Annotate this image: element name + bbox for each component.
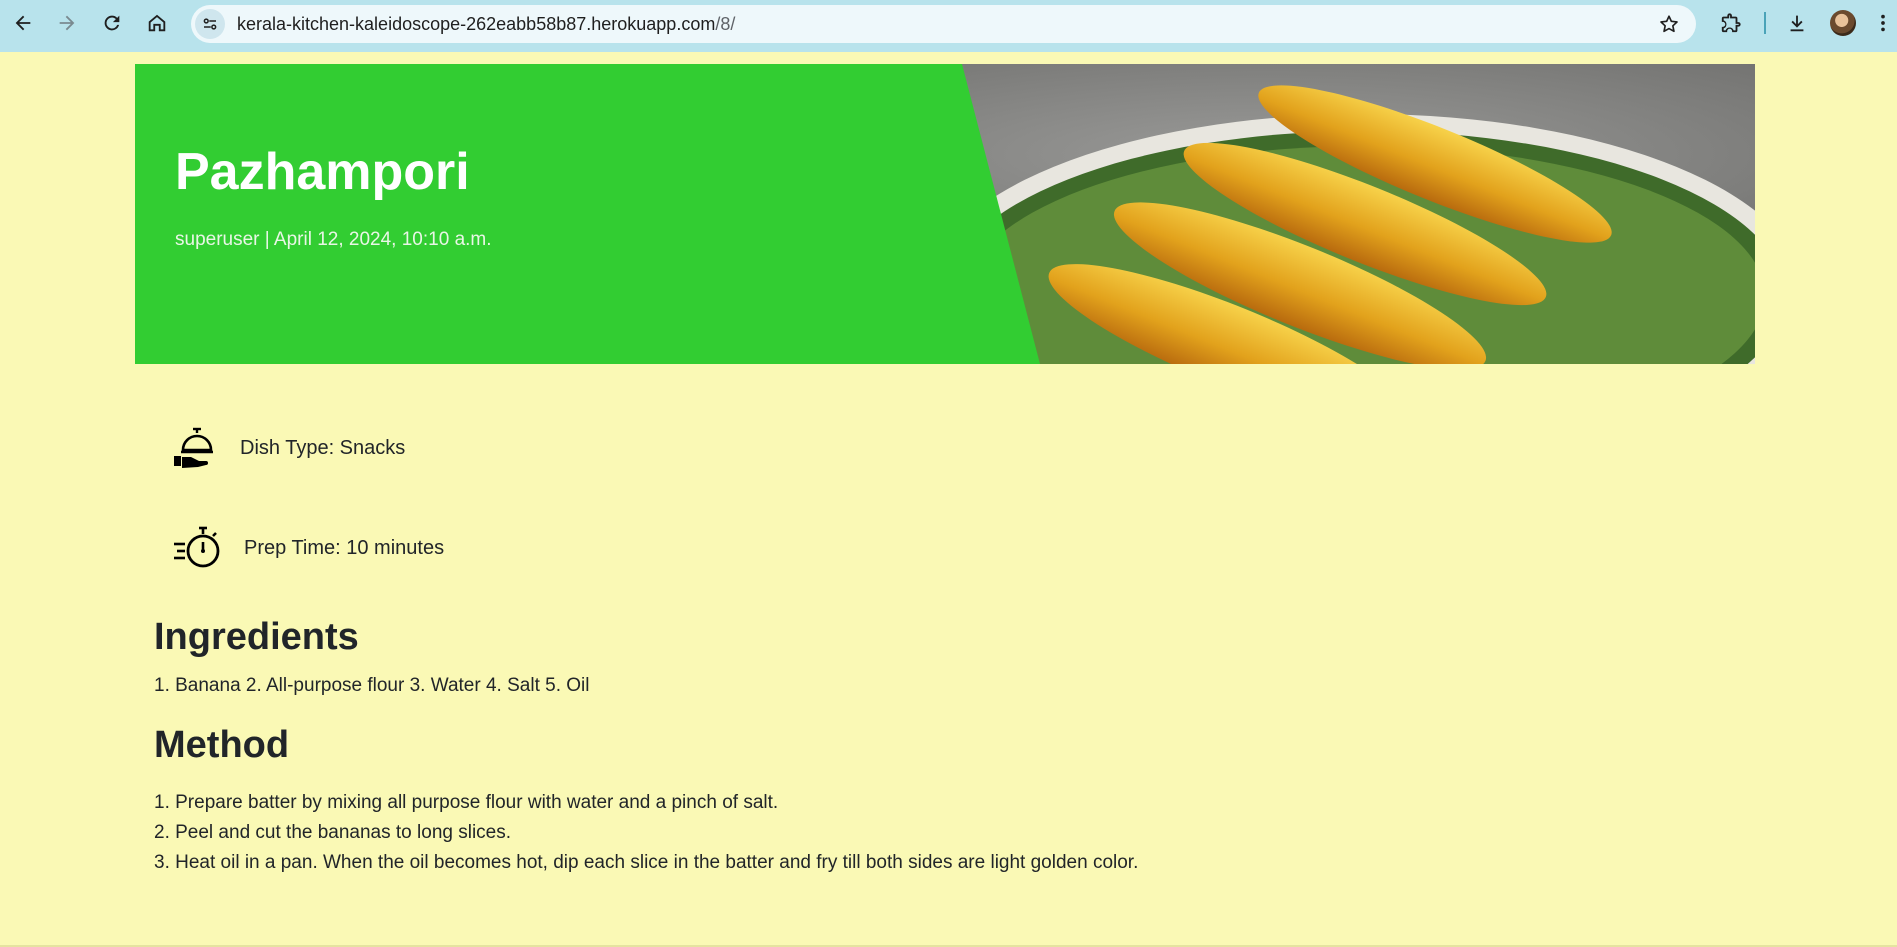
tune-icon [203, 18, 217, 30]
arrow-left-icon [15, 15, 31, 31]
ingredients-heading: Ingredients [154, 616, 359, 658]
method-step: 3. Heat oil in a pan. When the oil becom… [154, 852, 1139, 873]
serving-cloche-icon [174, 427, 213, 468]
download-icon [1790, 15, 1804, 32]
toolbar-divider [1764, 12, 1766, 34]
prep-time-text: Prep Time: 10 minutes [244, 536, 445, 559]
reload-icon [104, 15, 120, 31]
dish-type-text: Dish Type: Snacks [240, 436, 406, 459]
url-path: /8/ [715, 14, 736, 34]
downloads-button[interactable] [1782, 8, 1812, 38]
url-text[interactable]: kerala-kitchen-kaleidoscope-262eabb58b87… [237, 5, 735, 43]
address-bar[interactable]: kerala-kitchen-kaleidoscope-262eabb58b87… [191, 5, 1696, 43]
url-host: kerala-kitchen-kaleidoscope-262eabb58b87… [237, 14, 716, 34]
reload-button[interactable] [97, 8, 127, 38]
profile-avatar[interactable] [1830, 10, 1856, 36]
home-icon [148, 14, 166, 32]
stopwatch-icon [174, 526, 220, 568]
recipe-author-date: superuser | April 12, 2024, 10:10 a.m. [175, 229, 492, 250]
forward-button[interactable] [52, 8, 82, 38]
back-button[interactable] [8, 8, 38, 38]
method-heading: Method [154, 724, 290, 766]
dish-type-row: Dish Type: Snacks [172, 424, 405, 472]
method-step: 2. Peel and cut the bananas to long slic… [154, 822, 512, 843]
extensions-button[interactable] [1716, 8, 1746, 38]
kebab-menu-icon [1881, 14, 1885, 32]
browser-menu-button[interactable] [1872, 8, 1894, 38]
method-step: 1. Prepare batter by mixing all purpose … [154, 792, 779, 813]
site-info-button[interactable] [195, 9, 225, 39]
puzzle-icon [1721, 13, 1741, 33]
arrow-right-icon [59, 15, 75, 31]
hero-green-panel [135, 64, 1040, 364]
home-button[interactable] [142, 8, 172, 38]
prep-time-row: Prep Time: 10 minutes [172, 524, 444, 572]
bookmark-button[interactable] [1654, 9, 1684, 39]
recipe-title: Pazhampori [175, 143, 470, 201]
recipe-hero: Pazhampori superuser | April 12, 2024, 1… [135, 64, 1755, 364]
star-icon [1660, 15, 1678, 33]
recipe-page: Pazhampori superuser | April 12, 2024, 1… [0, 52, 1897, 947]
ingredients-list: 1. Banana 2. All-purpose flour 3. Water … [154, 675, 590, 696]
browser-toolbar: kerala-kitchen-kaleidoscope-262eabb58b87… [0, 0, 1897, 52]
